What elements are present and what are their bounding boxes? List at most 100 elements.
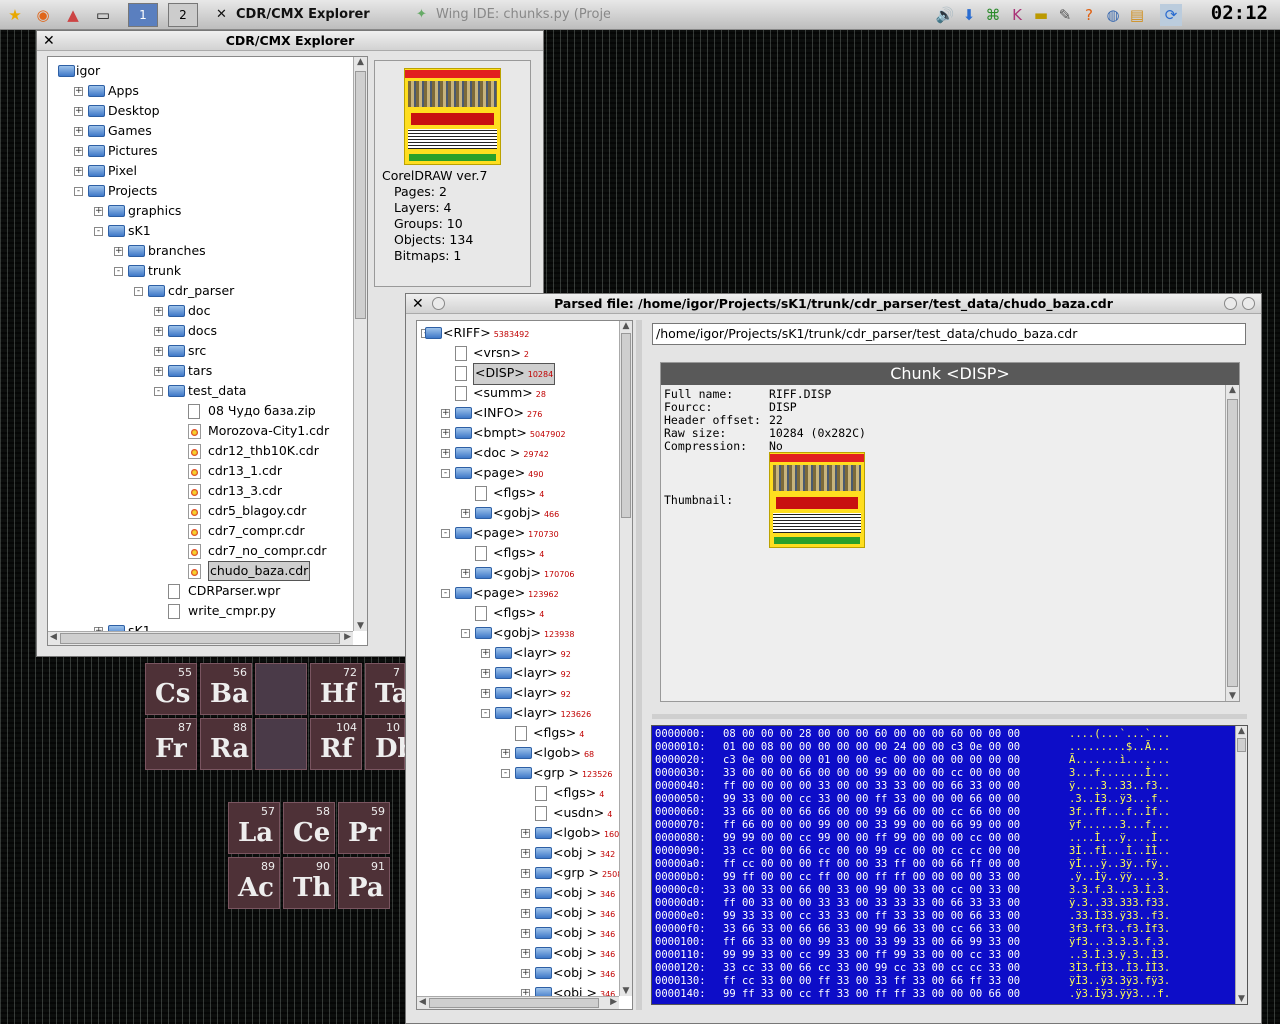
file-path-field[interactable]: /home/igor/Projects/sK1/trunk/cdr_parser… <box>652 323 1246 345</box>
chunk-tree-item[interactable]: + <gobj> 170706 <box>417 563 619 583</box>
collapse-icon[interactable]: - <box>94 227 103 236</box>
collapse-icon[interactable]: - <box>441 529 450 538</box>
expand-icon[interactable]: + <box>154 307 163 316</box>
minimize-circle-icon[interactable] <box>1224 297 1237 310</box>
file-tree-item[interactable]: cdr5_blagoy.cdr <box>48 501 353 521</box>
chunk-tree-item[interactable]: + <grp >2508 <box>417 863 622 883</box>
expand-icon[interactable]: + <box>441 409 450 418</box>
chunk-tree-item[interactable]: + <obj >342 <box>417 843 619 863</box>
expand-icon[interactable]: + <box>154 367 163 376</box>
close-icon[interactable]: ✕ <box>43 31 55 51</box>
volume-icon[interactable]: 🔊 <box>934 4 956 26</box>
chunk-tree-item[interactable]: - <page> 490 <box>417 463 619 483</box>
file-tree-item[interactable]: + graphics <box>48 201 353 221</box>
expand-icon[interactable]: + <box>501 749 510 758</box>
scroll-up-icon[interactable]: ▲ <box>1236 726 1247 736</box>
file-tree-item[interactable]: write_cmpr.py <box>48 601 353 621</box>
collapse-icon[interactable]: - <box>441 469 450 478</box>
scroll-down-icon[interactable]: ▼ <box>1226 691 1239 701</box>
file-tree-hscrollbar[interactable]: ◀ ▶ <box>48 631 353 645</box>
chunk-tree-item[interactable]: <vrsn> 2 <box>417 343 619 363</box>
file-tree-vscrollbar[interactable]: ▲ ▼ <box>353 57 367 631</box>
chunk-tree-item[interactable]: + <layr> 92 <box>417 643 619 663</box>
chunk-tree-item[interactable]: - <gobj> 123938 <box>417 623 619 643</box>
chunk-view-vscrollbar[interactable]: ▲ ▼ <box>1225 385 1239 701</box>
chunk-tree-item[interactable]: + <obj >346 <box>417 943 619 963</box>
chunk-tree-item[interactable]: + <obj >346 <box>417 903 619 923</box>
menu-circle-icon[interactable] <box>432 297 445 310</box>
scroll-left-icon[interactable]: ◀ <box>50 632 57 642</box>
chunk-tree-item[interactable]: <flgs> 4 <box>417 723 619 743</box>
expand-icon[interactable]: + <box>521 909 530 918</box>
expand-icon[interactable]: + <box>481 669 490 678</box>
file-tree-item[interactable]: - test_data <box>48 381 353 401</box>
collapse-icon[interactable]: - <box>74 187 83 196</box>
chunk-tree-item[interactable]: + <lgob> 160 <box>417 823 619 843</box>
expand-icon[interactable]: + <box>461 509 470 518</box>
expand-icon[interactable]: + <box>114 247 123 256</box>
firefox-icon[interactable]: ◉ <box>32 4 54 26</box>
scroll-thumb[interactable] <box>1227 399 1238 687</box>
chunk-tree-item[interactable]: <DISP> 10284 <box>417 363 619 385</box>
scroll-thumb[interactable] <box>429 998 599 1008</box>
expand-icon[interactable]: + <box>74 107 83 116</box>
chunk-tree-item[interactable]: + <doc >29742 <box>417 443 619 463</box>
parsed-titlebar[interactable]: ✕ Parsed file: /home/igor/Projects/sK1/t… <box>406 294 1261 314</box>
chunk-tree-item[interactable]: + <bmpt> 5047902 <box>417 423 619 443</box>
scroll-up-icon[interactable]: ▲ <box>354 57 367 67</box>
file-tree-item[interactable]: + tars <box>48 361 353 381</box>
keyboard-layout-icon[interactable]: K <box>1006 4 1028 26</box>
expand-icon[interactable]: + <box>441 429 450 438</box>
scroll-right-icon[interactable]: ▶ <box>610 997 617 1007</box>
chunk-tree-item[interactable]: + <obj >346 <box>417 883 619 903</box>
file-tree-item[interactable]: - sK1 <box>48 221 353 241</box>
chunk-tree-item[interactable]: + <layr> 92 <box>417 663 619 683</box>
chunk-tree-item[interactable]: <flgs> 4 <box>417 783 619 803</box>
hex-vscrollbar[interactable]: ▲ ▼ <box>1235 726 1247 1004</box>
scroll-up-icon[interactable]: ▲ <box>1226 385 1239 395</box>
chunk-tree-item[interactable]: -<RIFF>5383492 <box>417 323 619 343</box>
expand-icon[interactable]: + <box>521 849 530 858</box>
task-wing-ide[interactable]: ✦ Wing IDE: chunks.py (Project <box>412 3 610 27</box>
file-tree-item[interactable]: 08 Чудо база.zip <box>48 401 353 421</box>
collapse-icon[interactable]: - <box>114 267 123 276</box>
chunk-tree-item[interactable]: + <gobj> 466 <box>417 503 619 523</box>
globe-icon[interactable]: ◍ <box>1102 4 1124 26</box>
file-tree-item[interactable]: + Desktop <box>48 101 353 121</box>
expand-icon[interactable]: + <box>154 347 163 356</box>
file-tree-item[interactable]: - cdr_parser <box>48 281 353 301</box>
chunk-tree-item[interactable]: <flgs> 4 <box>417 483 619 503</box>
scroll-up-icon[interactable]: ▲ <box>620 321 632 331</box>
file-tree-item[interactable]: cdr13_3.cdr <box>48 481 353 501</box>
expand-icon[interactable]: + <box>74 147 83 156</box>
expand-icon[interactable]: + <box>74 87 83 96</box>
expand-icon[interactable]: + <box>481 689 490 698</box>
vertical-splitter[interactable] <box>636 320 642 1010</box>
expand-icon[interactable]: + <box>154 327 163 336</box>
expand-icon[interactable]: + <box>521 889 530 898</box>
maximize-circle-icon[interactable] <box>1242 297 1255 310</box>
file-tree-item[interactable]: Morozova-City1.cdr <box>48 421 353 441</box>
collapse-icon[interactable]: - <box>481 709 490 718</box>
scroll-down-icon[interactable]: ▼ <box>1236 994 1247 1004</box>
scroll-left-icon[interactable]: ◀ <box>419 997 426 1007</box>
file-tree-item[interactable]: + Pictures <box>48 141 353 161</box>
expand-icon[interactable]: + <box>521 829 530 838</box>
pager-2[interactable]: 2 <box>168 3 198 27</box>
file-tree-item[interactable]: cdr7_no_compr.cdr <box>48 541 353 561</box>
expand-icon[interactable]: + <box>74 167 83 176</box>
file-tree-item[interactable]: cdr7_compr.cdr <box>48 521 353 541</box>
expand-icon[interactable]: + <box>521 949 530 958</box>
file-tree-item[interactable]: + branches <box>48 241 353 261</box>
file-tree-item[interactable]: cdr12_thb10K.cdr <box>48 441 353 461</box>
chunk-tree-item[interactable]: <summ> 28 <box>417 383 619 403</box>
explorer-titlebar[interactable]: ✕ CDR/CMX Explorer <box>37 31 543 51</box>
chunk-tree-vscrollbar[interactable]: ▲ ▼ <box>619 321 632 996</box>
scroll-thumb[interactable] <box>60 633 340 644</box>
chunk-tree-item[interactable]: - <layr> 123626 <box>417 703 619 723</box>
collapse-icon[interactable]: - <box>154 387 163 396</box>
expand-icon[interactable]: + <box>521 969 530 978</box>
inkscape-icon[interactable]: ▲ <box>62 4 84 26</box>
expand-icon[interactable]: + <box>441 449 450 458</box>
clipboard-icon[interactable]: ▬ <box>1030 4 1052 26</box>
